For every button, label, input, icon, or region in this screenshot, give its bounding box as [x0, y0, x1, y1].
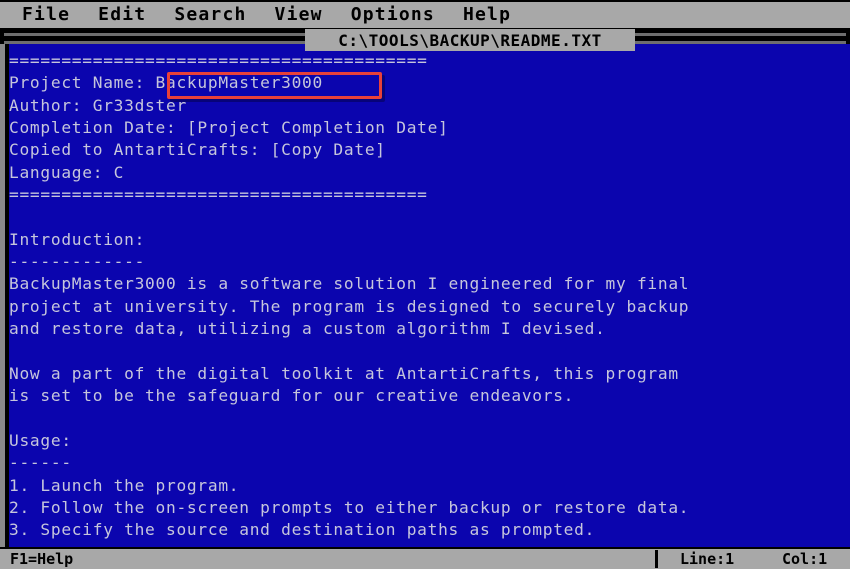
- status-col-indicator: Col:1: [782, 550, 828, 568]
- status-help-hint[interactable]: F1=Help: [10, 549, 73, 569]
- dos-editor-window: File Edit Search View Options Help C:\TO…: [0, 0, 850, 569]
- text-editor-area[interactable]: ========================================…: [9, 44, 850, 547]
- document-body-text: ========================================…: [9, 51, 690, 540]
- editor-left-gutter: [5, 44, 9, 547]
- window-title-text: C:\TOOLS\BACKUP\README.TXT: [338, 30, 602, 50]
- menu-item-edit[interactable]: Edit: [98, 2, 146, 28]
- status-bar: F1=Help Line:1 Col:1: [0, 549, 850, 569]
- status-line-indicator: Line:1: [680, 550, 735, 568]
- window-title-bar: C:\TOOLS\BACKUP\README.TXT: [305, 29, 635, 51]
- menu-item-view[interactable]: View: [275, 2, 323, 28]
- menu-item-search[interactable]: Search: [174, 2, 246, 28]
- menu-item-options[interactable]: Options: [351, 2, 435, 28]
- menu-item-file[interactable]: File: [22, 2, 70, 28]
- menu-bar: File Edit Search View Options Help: [0, 2, 850, 28]
- project-name-highlight-box: [167, 72, 382, 99]
- status-separator: [655, 550, 658, 568]
- menu-item-help[interactable]: Help: [463, 2, 511, 28]
